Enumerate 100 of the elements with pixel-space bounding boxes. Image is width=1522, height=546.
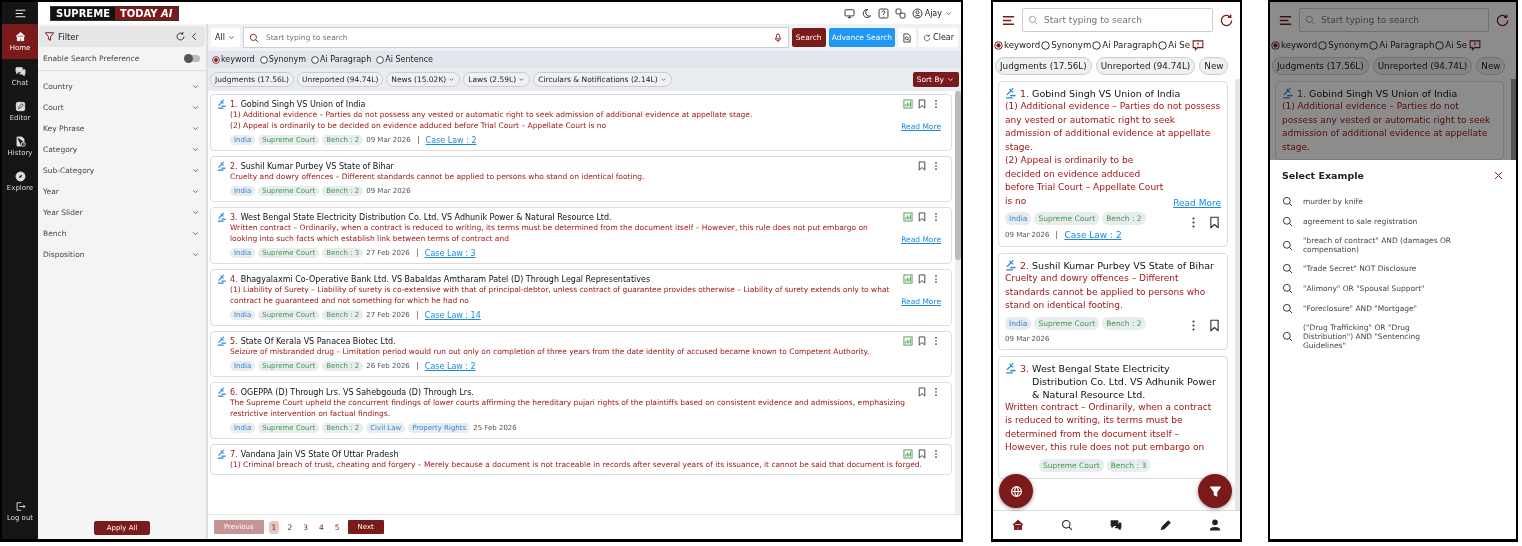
case-law-link[interactable]: Case Law : 2 [425,135,477,145]
radio-button[interactable] [376,55,385,64]
result-card[interactable]: 1. Gobind Singh VS Union of India (1) Additional evidence – Parties do not possess any vested or automatic right to seek admission of additional evidence at appellate stage. [1275,81,1504,160]
case-law-link[interactable]: Case Law : 14 [424,310,481,320]
radio-button[interactable] [259,55,268,64]
result-card[interactable] [998,81,1228,247]
gavel-icon [1282,87,1294,99]
radio-option[interactable]: keyword [994,40,1041,50]
result-card[interactable] [210,94,952,151]
clear-button[interactable]: Clear [919,28,958,47]
result-title[interactable]: Gobind Singh VS Union of India [1309,87,1458,100]
filter-chip[interactable]: Unreported (94.74L) [1095,57,1196,75]
feedback-icon[interactable] [1192,39,1205,51]
document-search-button[interactable] [898,28,917,47]
scope-dropdown[interactable]: All [211,28,240,47]
feedback-icon[interactable] [1469,39,1482,51]
filter-chip[interactable]: Unreported (94.74L) [1372,57,1473,75]
help-icon[interactable] [877,7,889,19]
result-card[interactable] [210,331,952,377]
moon-icon[interactable] [860,7,872,19]
search-input[interactable]: Start typing to search [1042,14,1207,26]
search-field[interactable]: Start typing to search [1022,8,1213,32]
case-law-link[interactable]: Case Law : 3 [424,248,476,258]
user-menu[interactable]: Ajay [911,7,953,19]
bookmark-icon[interactable] [917,212,927,222]
radio-option[interactable]: Synonym [259,55,307,64]
bookmark-icon[interactable] [917,336,927,346]
chart-icon[interactable] [903,274,913,284]
radio-option[interactable]: Ai Paragraph [311,55,372,64]
bookmark-icon[interactable] [1208,318,1221,332]
result-title[interactable]: Gobind Singh VS Union of India [1032,87,1181,100]
radio-button[interactable] [311,55,320,64]
result-title[interactable]: Sushil Kumar Purbey VS State of Bihar [240,161,394,171]
radio-button[interactable] [1318,40,1328,50]
chart-icon[interactable] [903,212,913,222]
result-title[interactable]: Bhagyalaxmi Co-Operative Bank Ltd. VS Babaldas Amtharam Patel (D) Through Legal Representatives [240,274,651,284]
radio-option[interactable]: keyword [1271,40,1318,50]
filter-chip[interactable]: New [1199,57,1229,75]
result-title[interactable]: Vandana Jain VS State Of Uttar Pradesh [240,449,399,459]
radio-button[interactable] [1369,40,1379,50]
radio-button[interactable] [212,55,220,64]
bottom-nav-item[interactable] [1159,519,1172,531]
bottom-nav-item[interactable] [1061,519,1074,531]
search-field[interactable]: Start typing to search [1299,8,1489,32]
radio-button[interactable] [1271,40,1280,50]
radio-button[interactable] [1158,40,1168,50]
radio-button[interactable] [1092,40,1102,50]
result-title[interactable]: State Of Kerala VS Panacea Biotec Ltd. [240,336,396,346]
radio-option[interactable]: Synonym [1041,40,1092,50]
radio-option[interactable]: Ai Sentence [376,55,434,64]
result-card[interactable] [210,382,952,439]
result-title[interactable]: OGEPPA (D) Through Lrs. VS Sahebgouda (D) Through Lrs. [240,387,474,397]
toggle-switch[interactable] [185,55,200,62]
result-title[interactable]: Sushil Kumar Purbey VS State of Bihar [1032,259,1214,272]
bookmark-icon[interactable] [917,274,927,284]
radio-option[interactable]: Ai Paragraph [1369,40,1435,50]
case-law-link[interactable]: Case Law : 2 [1064,230,1122,240]
result-card[interactable] [210,269,952,326]
filter-chip[interactable]: Judgments (17.56L) [995,57,1092,75]
bookmark-icon[interactable] [917,161,927,171]
read-more-link[interactable]: Read More [1173,198,1221,208]
radio-option[interactable]: Ai Se [1158,40,1191,50]
case-law-link[interactable]: Case Law : 2 [424,361,476,371]
chart-icon[interactable] [903,99,913,109]
filter-chip[interactable]: New [1476,57,1506,75]
result-card[interactable] [210,444,952,475]
microphone-icon[interactable] [772,32,783,43]
filter-chip[interactable]: Judgments (17.56L) [1272,57,1369,75]
monitor-icon[interactable] [843,7,855,19]
result-title[interactable]: West Bengal State Electricity Distribution Co. Ltd. VS Adhunik Power & Natural Resource Ltd. [240,212,612,222]
reset-icon[interactable] [175,31,186,42]
bookmark-icon[interactable] [917,387,927,397]
result-title[interactable]: Gobind Singh VS Union of India [240,99,366,109]
search-icon [1061,519,1074,531]
bookmark-icon[interactable] [917,99,927,109]
close-icon[interactable] [1493,170,1504,181]
refresh-icon[interactable] [1219,12,1234,28]
radio-option[interactable]: keyword [212,55,255,64]
search-input[interactable]: Start typing to search [1319,14,1483,26]
refresh-icon[interactable] [1495,12,1510,28]
result-card[interactable] [210,207,952,264]
bottom-nav-item[interactable] [1011,519,1024,531]
bookmark-icon[interactable] [1208,216,1221,229]
language-button[interactable] [999,474,1033,508]
chart-icon[interactable] [903,449,913,459]
radio-button[interactable] [994,40,1003,50]
radio-option[interactable]: Ai Paragraph [1092,40,1158,50]
result-title[interactable]: West Bengal State Electricity Distribution Co. Ltd. VS Adhunik Power & Natural Resource Ltd. [1032,361,1221,401]
chart-icon[interactable] [903,336,913,346]
radio-button[interactable] [1041,40,1051,50]
bottom-nav-item[interactable] [1110,519,1123,531]
radio-option[interactable]: Ai Se [1435,40,1468,50]
radio-button[interactable] [1435,40,1445,50]
scrollbar[interactable] [955,91,961,514]
radio-option[interactable]: Synonym [1318,40,1369,50]
result-card[interactable] [998,355,1228,479]
sheet-title: Select Example [1282,170,1364,181]
bookmark-icon[interactable] [917,449,927,459]
filter-button[interactable] [1198,474,1232,508]
bottom-nav-item[interactable] [1209,519,1222,531]
